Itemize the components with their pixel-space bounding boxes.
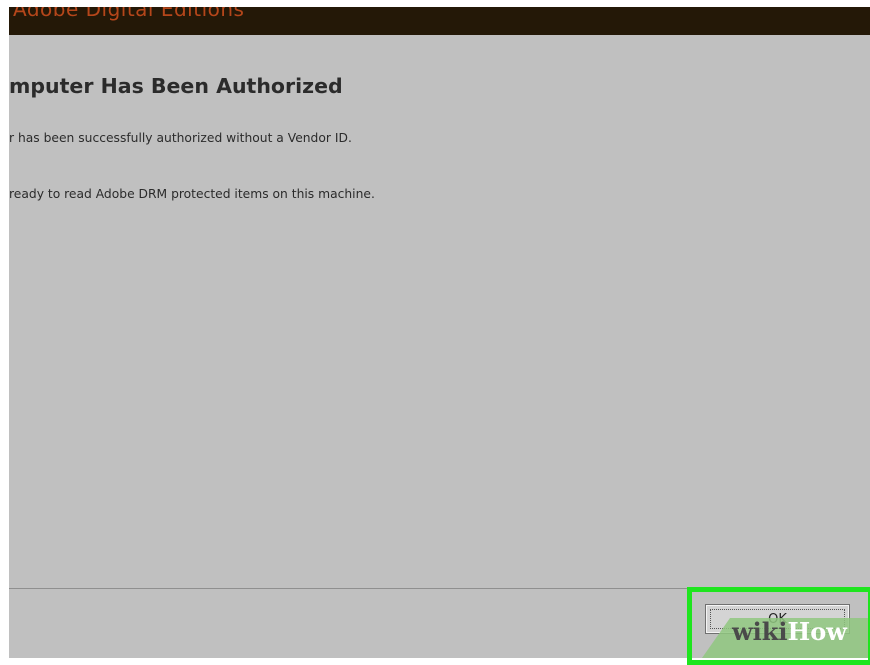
window-titlebar: Adobe Digital Editions <box>9 7 870 35</box>
watermark-wiki: wiki <box>732 617 788 646</box>
authorized-message: r has been successfully authorized witho… <box>9 131 352 145</box>
dialog-heading: mputer Has Been Authorized <box>9 74 343 98</box>
window-title: Adobe Digital Editions <box>13 7 245 21</box>
ready-message: ready to read Adobe DRM protected items … <box>9 187 375 201</box>
watermark-how: How <box>787 617 847 646</box>
ok-button-highlight: OK wikiHow <box>687 587 870 665</box>
authorization-dialog: mputer Has Been Authorized r has been su… <box>9 35 870 588</box>
wikihow-watermark: wikiHow <box>732 620 847 644</box>
screenshot-frame: Adobe Digital Editions mputer Has Been A… <box>0 0 870 665</box>
